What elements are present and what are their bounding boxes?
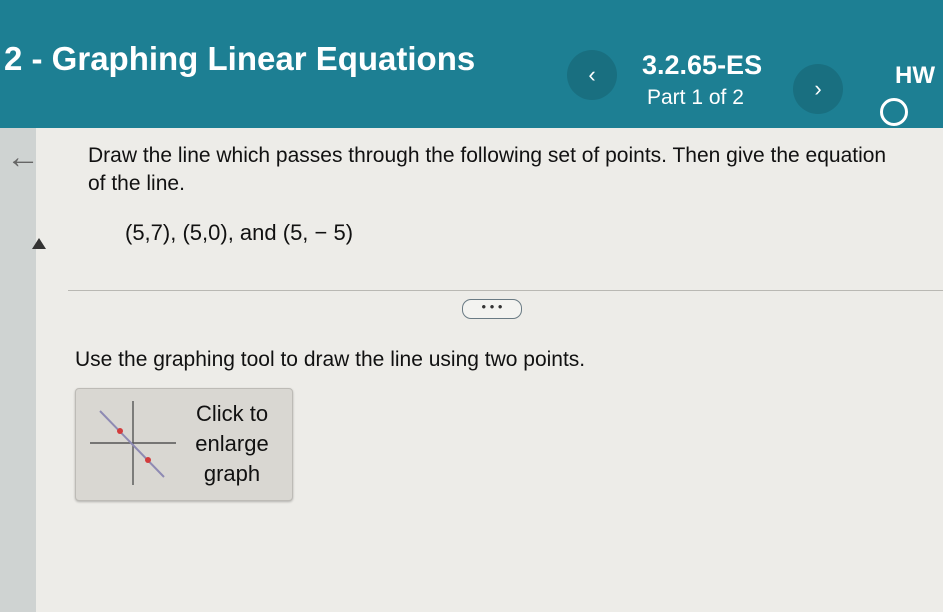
- left-arrow-icon[interactable]: ←: [6, 138, 40, 177]
- part-indicator: Part 1 of 2: [647, 86, 744, 109]
- graph-instruction: Use the graphing tool to draw the line u…: [75, 348, 586, 371]
- chevron-left-icon: ‹: [588, 62, 596, 87]
- enlarge-graph-label-line2: enlarge: [195, 431, 269, 456]
- circle-icon[interactable]: [880, 98, 908, 126]
- section-divider: [68, 290, 943, 291]
- hw-score-label: HW: [895, 62, 935, 89]
- enlarge-graph-label: Click to enlarge graph: [182, 399, 282, 489]
- graph-thumbnail-icon: [90, 401, 176, 485]
- question-points: (5,7), (5,0), and (5, − 5): [125, 220, 354, 245]
- next-question-button[interactable]: ›: [793, 64, 843, 114]
- assignment-title: 2 - Graphing Linear Equations: [4, 40, 476, 77]
- question-prompt: Draw the line which passes through the f…: [88, 144, 887, 195]
- enlarge-graph-button[interactable]: Click to enlarge graph: [75, 388, 293, 501]
- problem-id: 3.2.65-ES: [642, 50, 763, 80]
- assignment-header: 2 - Graphing Linear Equations ‹ 3.2.65-E…: [0, 0, 943, 128]
- enlarge-graph-label-line1: Click to: [195, 401, 269, 426]
- enlarge-graph-label-line3: graph: [203, 461, 261, 486]
- triangle-up-icon[interactable]: [32, 238, 46, 249]
- expand-more-button[interactable]: • • •: [462, 299, 522, 319]
- previous-question-button[interactable]: ‹: [567, 50, 617, 100]
- chevron-right-icon: ›: [814, 76, 822, 101]
